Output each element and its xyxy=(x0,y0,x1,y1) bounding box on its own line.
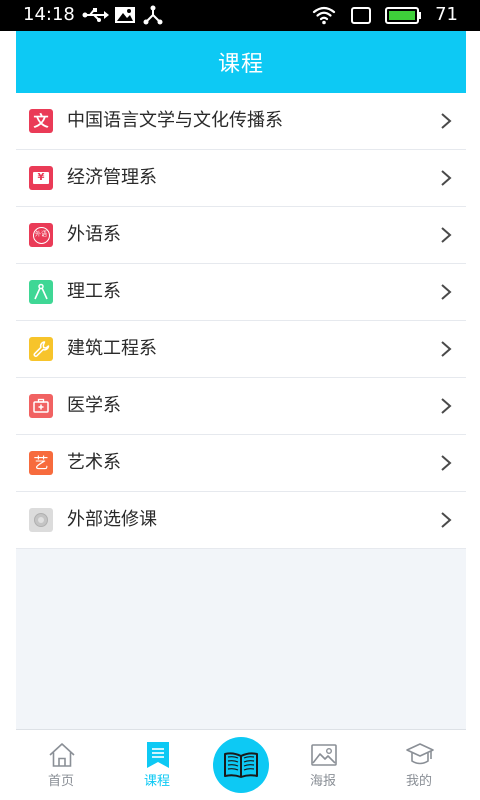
department-list: 文 中国语言文学与文化传播系 ¥ 经济管理系 外语 外语系 理工系 建筑工程系 … xyxy=(16,93,466,549)
chevron-right-icon xyxy=(441,398,452,414)
chinese-literature-icon-glyph: 文 xyxy=(33,112,49,130)
chevron-right-icon xyxy=(441,227,452,243)
compass-glyph xyxy=(34,283,48,300)
battery-icon xyxy=(385,7,421,24)
battery-level: 71 xyxy=(435,4,458,25)
tab-courses[interactable]: 课程 xyxy=(112,730,202,800)
list-item-label: 医学系 xyxy=(67,395,121,416)
list-item-art[interactable]: 艺 艺术系 xyxy=(16,435,466,492)
economics-icon: ¥ xyxy=(29,166,53,190)
foreign-language-icon: 外语 xyxy=(29,223,53,247)
wrench-icon xyxy=(29,337,53,361)
tab-mine[interactable]: 我的 xyxy=(374,730,464,800)
tab-posters-label: 海报 xyxy=(309,774,336,789)
status-time: 14:18 xyxy=(23,4,75,25)
list-item-label: 外部选修课 xyxy=(67,509,157,530)
status-left-icons xyxy=(82,4,172,26)
elective-glyph xyxy=(34,513,48,527)
graduation-cap-icon xyxy=(406,743,434,765)
list-item-architecture[interactable]: 建筑工程系 xyxy=(16,321,466,378)
list-item-foreign-language[interactable]: 外语 外语系 xyxy=(16,207,466,264)
elective-icon xyxy=(29,508,53,532)
chevron-right-icon xyxy=(441,284,452,300)
status-notification-icons xyxy=(82,5,163,25)
chevron-right-icon xyxy=(441,512,452,528)
chevron-right-icon xyxy=(441,170,452,186)
chinese-literature-icon: 文 xyxy=(29,109,53,133)
list-item-medical[interactable]: 医学系 xyxy=(16,378,466,435)
list-item-label: 中国语言文学与文化传播系 xyxy=(67,110,283,131)
economics-icon-glyph: ¥ xyxy=(37,172,45,183)
medical-kit-icon xyxy=(29,394,53,418)
list-item-economics[interactable]: ¥ 经济管理系 xyxy=(16,150,466,207)
list-item-engineering[interactable]: 理工系 xyxy=(16,264,466,321)
tab-posters[interactable]: 海报 xyxy=(278,730,368,800)
list-item-chinese-literature[interactable]: 文 中国语言文学与文化传播系 xyxy=(16,93,466,150)
list-item-label: 建筑工程系 xyxy=(67,338,157,359)
app-screen: 课程 文 中国语言文学与文化传播系 ¥ 经济管理系 外语 外语系 理工系 建筑工… xyxy=(16,31,466,800)
list-item-elective[interactable]: 外部选修课 xyxy=(16,492,466,549)
chevron-right-icon xyxy=(441,455,452,471)
share-icon xyxy=(143,5,163,25)
picture-icon xyxy=(311,744,337,766)
chevron-right-icon xyxy=(441,113,452,129)
list-item-label: 经济管理系 xyxy=(67,167,157,188)
tab-home[interactable]: 首页 xyxy=(16,730,106,800)
bottom-nav: 首页 课程 海报 我的 xyxy=(16,729,466,800)
status-right-icons xyxy=(312,4,428,26)
art-icon-glyph: 艺 xyxy=(33,454,49,472)
wifi-icon xyxy=(312,6,336,25)
art-icon: 艺 xyxy=(29,451,53,475)
list-item-label: 外语系 xyxy=(67,224,121,245)
foreign-language-icon-glyph: 外语 xyxy=(34,231,47,238)
foreign-language-icon-ring: 外语 xyxy=(32,226,50,244)
usb-icon xyxy=(82,8,109,22)
engineering-compass-icon xyxy=(29,280,53,304)
page-title: 课程 xyxy=(217,52,264,77)
tab-courses-label: 课程 xyxy=(143,774,170,789)
status-system-icons xyxy=(312,6,421,25)
image-icon xyxy=(115,7,135,23)
chevron-right-icon xyxy=(441,341,452,357)
screen-rotation-icon xyxy=(351,7,371,24)
medical-kit-glyph xyxy=(33,398,49,413)
wrench-glyph xyxy=(33,341,50,357)
open-book-icon xyxy=(224,752,258,778)
list-item-label: 理工系 xyxy=(67,281,121,302)
bookmark-list-icon xyxy=(147,742,169,768)
tab-home-label: 首页 xyxy=(47,774,74,789)
list-item-label: 艺术系 xyxy=(67,452,121,473)
header-bar: 课程 xyxy=(16,31,466,93)
tab-mine-label: 我的 xyxy=(405,774,432,789)
economics-icon-plate: ¥ xyxy=(33,172,49,184)
status-bar: 14:18 71 xyxy=(0,0,480,31)
home-icon xyxy=(49,743,75,767)
open-book-button[interactable] xyxy=(213,737,269,793)
